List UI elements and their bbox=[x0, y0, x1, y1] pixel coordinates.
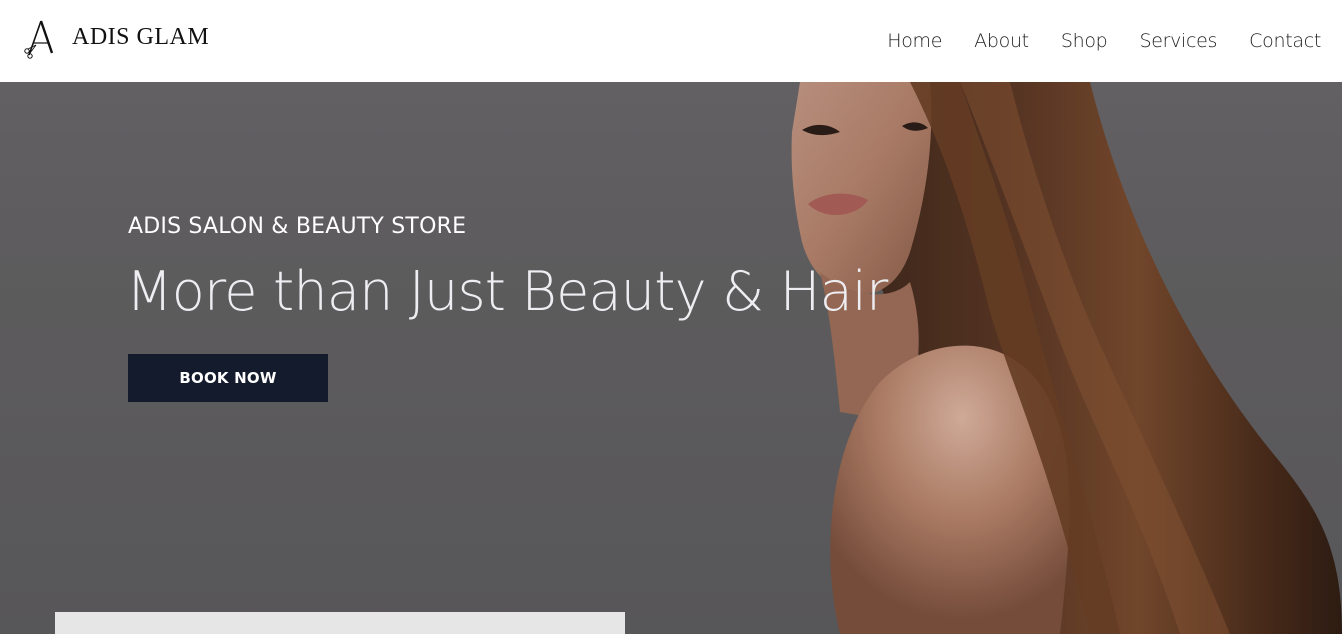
nav-link-home[interactable]: Home bbox=[887, 30, 942, 52]
nav-link-contact[interactable]: Contact bbox=[1249, 30, 1321, 52]
brand-home-link[interactable]: ADIS GLAM bbox=[0, 0, 209, 82]
info-card bbox=[55, 612, 625, 634]
hero-title: More than Just Beauty & Hair bbox=[126, 260, 888, 323]
hero-section: ADIS SALON & BEAUTY STORE More than Just… bbox=[0, 82, 1342, 634]
site-header: ADIS GLAM Home About Shop Services Conta… bbox=[0, 0, 1342, 82]
brand-name: ADIS GLAM bbox=[72, 23, 210, 50]
main-nav: Home About Shop Services Contact bbox=[855, 0, 1342, 82]
book-now-button[interactable]: BOOK NOW bbox=[128, 354, 328, 402]
logo-icon bbox=[24, 20, 54, 59]
nav-link-services[interactable]: Services bbox=[1139, 30, 1217, 52]
nav-link-about[interactable]: About bbox=[974, 30, 1029, 52]
nav-link-shop[interactable]: Shop bbox=[1061, 30, 1108, 52]
hero-eyebrow: ADIS SALON & BEAUTY STORE bbox=[128, 214, 467, 239]
